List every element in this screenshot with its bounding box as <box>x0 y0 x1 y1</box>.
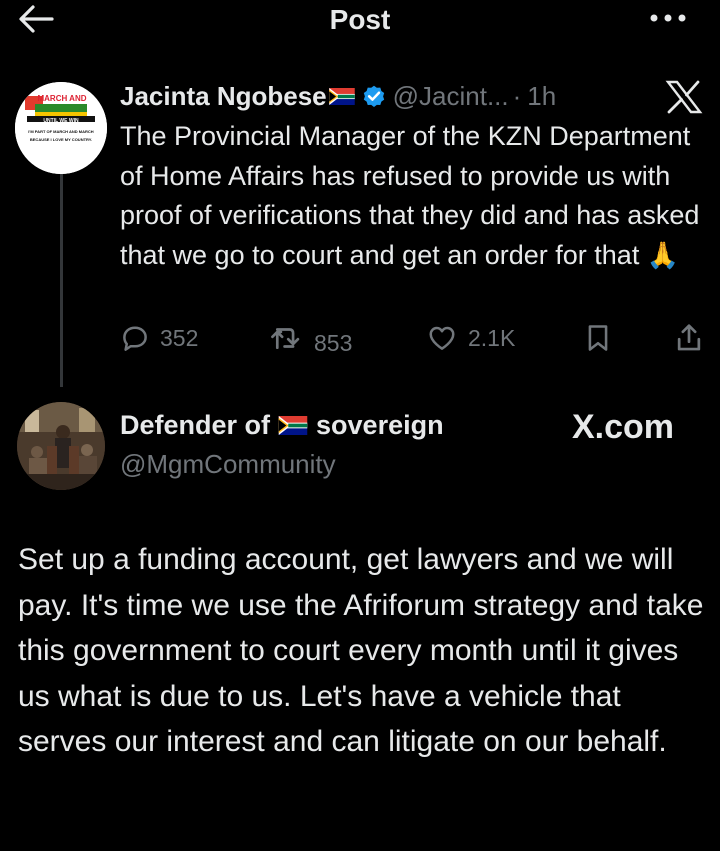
heart-icon <box>429 326 455 350</box>
repost-count: 853 <box>314 329 353 356</box>
reply-author-name-part2: sovereign <box>316 410 444 440</box>
more-button[interactable] <box>648 4 688 32</box>
share-button[interactable] <box>674 318 714 358</box>
reply-button[interactable]: 352 <box>120 318 198 358</box>
post-time[interactable]: 1h <box>527 81 556 112</box>
verified-badge-icon <box>363 85 384 107</box>
post-text: The Provincial Manager of the KZN Depart… <box>120 117 710 275</box>
south-africa-flag-icon <box>328 87 355 105</box>
avatar-text-line1: MARCH AND <box>37 94 86 103</box>
reply-author-name[interactable]: Defender of sovereign <box>120 410 444 441</box>
avatar-text-line3: I'M PART OF MARCH AND MARCH <box>28 129 94 134</box>
praying-hands-emoji: 🙏 <box>646 239 680 270</box>
post-body: The Provincial Manager of the KZN Depart… <box>120 121 700 270</box>
separator-dot: · <box>512 80 522 111</box>
post-actions: 352 853 2.1K <box>120 318 710 358</box>
reply-text: Set up a funding account, get lawyers an… <box>18 543 704 758</box>
like-count: 2.1K <box>468 324 516 351</box>
south-africa-flag-icon <box>278 416 308 435</box>
thread-connector-line <box>60 155 63 387</box>
x-com-watermark: X.com <box>572 408 675 446</box>
reply-author-handle[interactable]: @MgmCommunity <box>120 449 336 480</box>
bookmark-icon <box>588 325 608 351</box>
bookmark-button[interactable] <box>584 318 622 358</box>
reply-author-avatar[interactable] <box>17 402 105 490</box>
repost-button[interactable]: 853 <box>270 318 352 358</box>
more-horizontal-icon <box>650 14 686 22</box>
x-logo-icon <box>665 80 703 114</box>
post-header: Jacinta Ngobese @Jacint... · 1h <box>120 78 556 114</box>
repost-icon <box>271 328 300 350</box>
avatar-image: MARCH AND UNTIL WE WIN I'M PART OF MARCH… <box>15 82 107 174</box>
reply-count: 352 <box>160 324 199 351</box>
avatar-text-line2: UNTIL WE WIN <box>43 118 79 124</box>
author-avatar[interactable]: MARCH AND UNTIL WE WIN I'M PART OF MARCH… <box>15 82 107 174</box>
page-title: Post <box>329 4 391 35</box>
author-handle[interactable]: @Jacint... <box>393 81 509 112</box>
author-name[interactable]: Jacinta Ngobese <box>120 81 327 112</box>
reply-author-name-part1: Defender of <box>120 410 271 440</box>
comment-icon <box>123 326 147 351</box>
like-button[interactable]: 2.1K <box>426 318 515 358</box>
share-icon <box>677 324 701 351</box>
avatar-text-line4: BECAUSE I LOVE MY COUNTRY. <box>30 137 92 142</box>
avatar-photo <box>17 402 105 490</box>
top-bar: Post <box>0 0 720 40</box>
